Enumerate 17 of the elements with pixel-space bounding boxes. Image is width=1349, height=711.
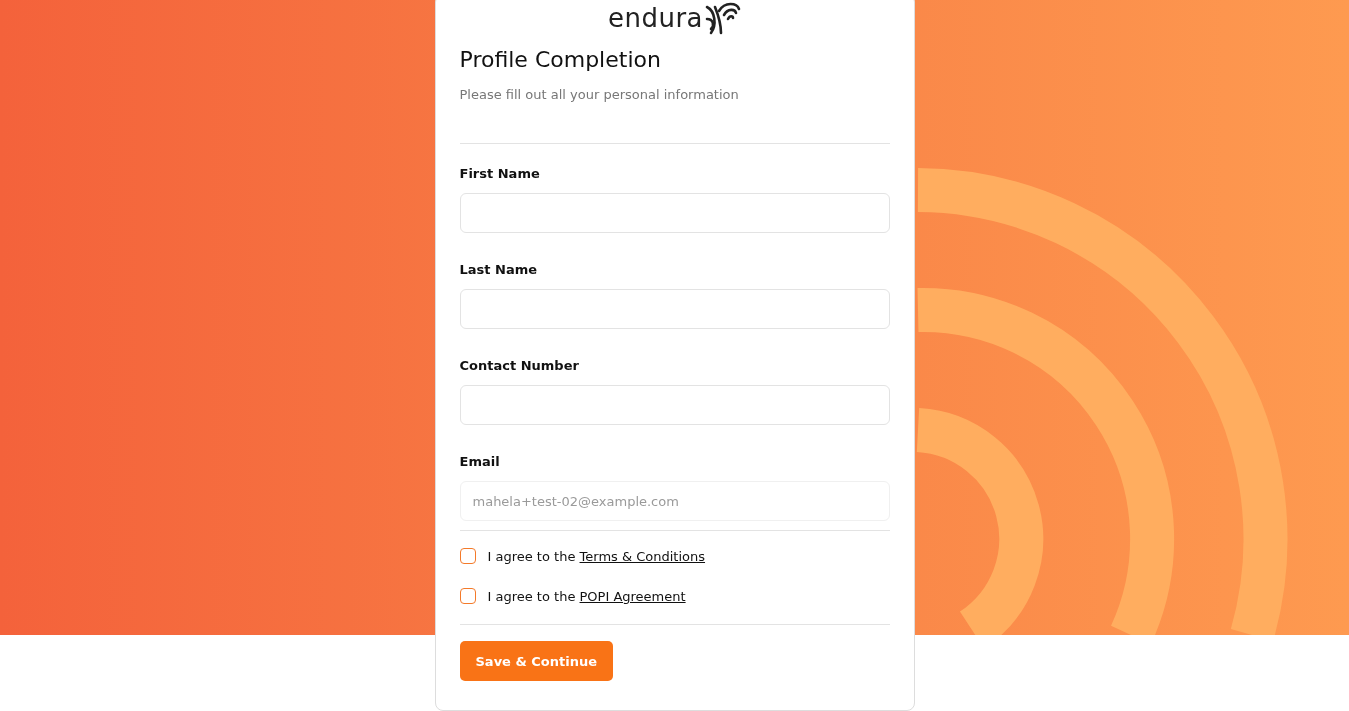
checkbox[interactable] <box>459 588 476 604</box>
logo-icon <box>705 1 742 35</box>
input-field[interactable] <box>459 289 890 329</box>
field-label: Last Name <box>459 262 539 278</box>
form-title: Profile Completion <box>459 46 662 74</box>
agreement-text: I agree to the POPI Agreement <box>487 588 686 604</box>
agreement-link[interactable]: Terms & Conditions <box>579 548 706 564</box>
checkbox[interactable] <box>459 548 476 564</box>
input-field[interactable] <box>459 385 890 425</box>
field-label: Contact Number <box>459 358 580 374</box>
logo-text: endura <box>607 3 704 33</box>
field-label: Email <box>459 454 501 470</box>
field-label: First Name <box>459 166 541 182</box>
input-field[interactable] <box>459 193 890 233</box>
agreement-text: I agree to the Terms & Conditions <box>487 548 706 564</box>
form-subtitle: Please fill out all your personal information <box>459 87 740 102</box>
agreement-link[interactable]: POPI Agreement <box>579 588 686 604</box>
